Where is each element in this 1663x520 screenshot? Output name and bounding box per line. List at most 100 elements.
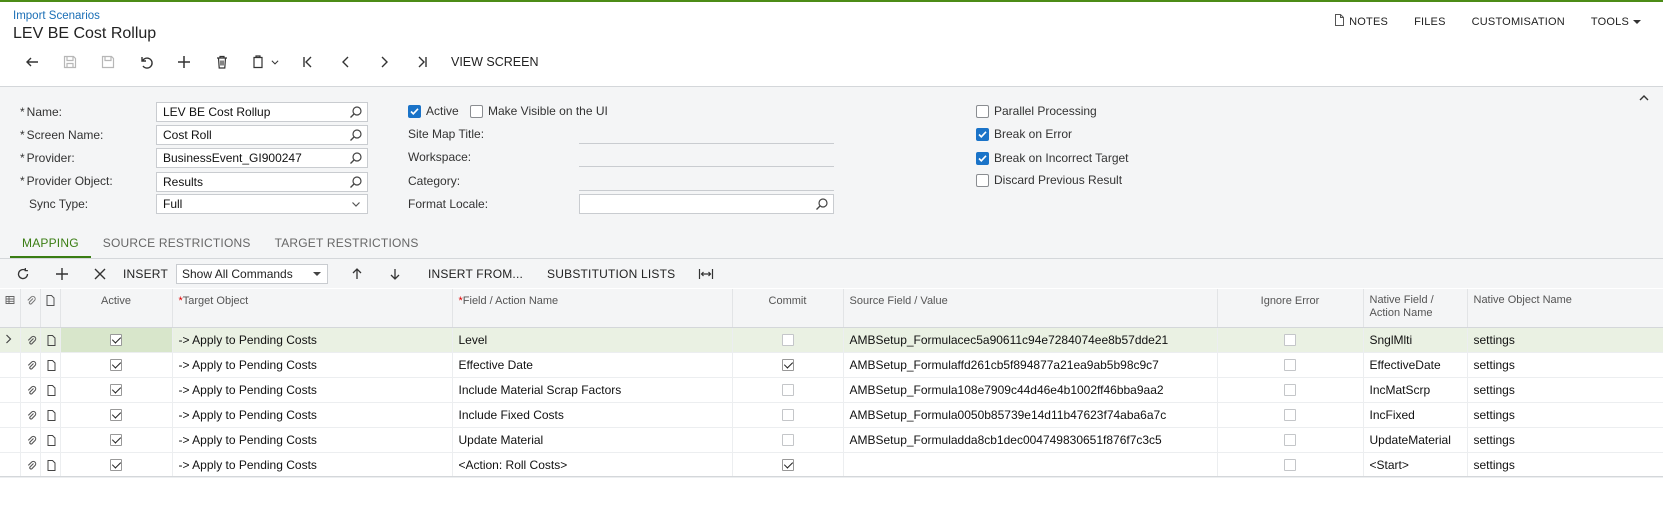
- notes-menu[interactable]: NOTES: [1334, 14, 1388, 29]
- target-object-cell[interactable]: -> Apply to Pending Costs: [172, 452, 453, 478]
- table-row[interactable]: -> Apply to Pending Costs Update Material…: [0, 427, 1663, 453]
- source-field-cell[interactable]: AMBSetup_Formula108e7909c44d46e4b1002ff4…: [843, 377, 1218, 403]
- table-row[interactable]: -> Apply to Pending Costs Include Materia…: [0, 377, 1663, 403]
- tab-target-restrictions[interactable]: TARGET RESTRICTIONS: [263, 233, 431, 258]
- target-object-cell[interactable]: -> Apply to Pending Costs: [172, 377, 453, 403]
- row-attachment-cell[interactable]: [20, 427, 41, 453]
- native-object-cell[interactable]: settings: [1467, 327, 1663, 353]
- name-field[interactable]: LEV BE Cost Rollup: [156, 102, 368, 122]
- screen-name-field[interactable]: Cost Roll: [156, 125, 368, 145]
- table-row[interactable]: -> Apply to Pending Costs <Action: Roll C…: [0, 452, 1663, 478]
- active-checkbox[interactable]: [110, 459, 122, 472]
- native-object-cell[interactable]: settings: [1467, 452, 1663, 478]
- row-selector[interactable]: [0, 377, 21, 403]
- row-attachment-cell[interactable]: [20, 327, 41, 353]
- save-button[interactable]: [89, 52, 127, 72]
- move-up-button[interactable]: [338, 264, 376, 284]
- sync-type-select[interactable]: Full: [156, 194, 368, 214]
- source-field-cell[interactable]: [843, 452, 1218, 478]
- ignore-error-cell[interactable]: [1217, 352, 1364, 378]
- ignore-error-cell[interactable]: [1217, 377, 1364, 403]
- insert-button[interactable]: INSERT: [123, 267, 168, 281]
- category-field[interactable]: [579, 190, 834, 191]
- row-note-cell[interactable]: [40, 452, 61, 478]
- ignore-error-checkbox[interactable]: [1284, 334, 1296, 347]
- tab-mapping[interactable]: MAPPING: [10, 233, 91, 258]
- ignore-error-checkbox[interactable]: [1284, 434, 1296, 447]
- search-icon[interactable]: [349, 128, 363, 142]
- ignore-error-cell[interactable]: [1217, 402, 1364, 428]
- tab-source-restrictions[interactable]: SOURCE RESTRICTIONS: [91, 233, 263, 258]
- native-field-cell[interactable]: <Start>: [1363, 452, 1468, 478]
- row-selector[interactable]: [0, 352, 21, 378]
- native-field-cell[interactable]: UpdateMaterial: [1363, 427, 1468, 453]
- field-action-cell[interactable]: Effective Date: [452, 352, 733, 378]
- commands-filter-select[interactable]: Show All Commands: [176, 263, 328, 284]
- commit-cell[interactable]: [732, 377, 844, 403]
- provider-field[interactable]: BusinessEvent_GI900247: [156, 148, 368, 168]
- last-record-button[interactable]: [403, 52, 441, 72]
- fit-columns-button[interactable]: [687, 264, 725, 284]
- field-action-column-header[interactable]: *Field / Action Name: [452, 289, 733, 328]
- substitution-lists-button[interactable]: SUBSTITUTION LISTS: [547, 267, 675, 281]
- collapse-icon[interactable]: [1637, 91, 1651, 105]
- row-note-cell[interactable]: [40, 402, 61, 428]
- field-action-cell[interactable]: Include Material Scrap Factors: [452, 377, 733, 403]
- commit-checkbox[interactable]: [781, 434, 794, 447]
- table-row[interactable]: -> Apply to Pending Costs Effective Date A…: [0, 352, 1663, 378]
- commit-cell[interactable]: [732, 427, 844, 453]
- field-action-cell[interactable]: <Action: Roll Costs>: [452, 452, 733, 478]
- active-cell[interactable]: [60, 377, 173, 403]
- insert-from-button[interactable]: INSERT FROM...: [428, 267, 523, 281]
- tools-menu[interactable]: TOOLS: [1591, 14, 1641, 29]
- parallel-processing-checkbox[interactable]: Parallel Processing: [976, 104, 1097, 118]
- delete-row-button[interactable]: [81, 264, 119, 284]
- commit-checkbox[interactable]: [781, 384, 794, 397]
- active-checkbox[interactable]: Active: [408, 104, 459, 118]
- make-visible-checkbox[interactable]: Make Visible on the UI: [470, 104, 608, 118]
- active-checkbox[interactable]: [110, 359, 122, 372]
- table-row[interactable]: -> Apply to Pending Costs Level AMBSetup_F…: [0, 327, 1663, 353]
- target-object-cell[interactable]: -> Apply to Pending Costs: [172, 427, 453, 453]
- ignore-error-checkbox[interactable]: [1284, 384, 1296, 397]
- field-action-cell[interactable]: Level: [452, 327, 733, 353]
- table-row[interactable]: -> Apply to Pending Costs Include Fixed C…: [0, 402, 1663, 428]
- first-record-button[interactable]: [289, 52, 327, 72]
- add-row-button[interactable]: [43, 264, 81, 284]
- move-down-button[interactable]: [376, 264, 414, 284]
- commit-cell[interactable]: [732, 452, 844, 478]
- target-object-column-header[interactable]: *Target Object: [172, 289, 453, 328]
- target-object-cell[interactable]: -> Apply to Pending Costs: [172, 327, 453, 353]
- ignore-error-cell[interactable]: [1217, 452, 1364, 478]
- breadcrumb[interactable]: Import Scenarios: [13, 10, 100, 22]
- add-button[interactable]: [165, 52, 203, 72]
- native-field-cell[interactable]: SnglMlti: [1363, 327, 1468, 353]
- ignore-error-cell[interactable]: [1217, 327, 1364, 353]
- copy-paste-button[interactable]: [241, 52, 289, 72]
- commit-checkbox[interactable]: [781, 409, 794, 422]
- active-cell[interactable]: [60, 352, 173, 378]
- source-field-column-header[interactable]: Source Field / Value: [843, 289, 1218, 328]
- customisation-menu[interactable]: CUSTOMISATION: [1472, 14, 1565, 29]
- view-screen-button[interactable]: VIEW SCREEN: [451, 55, 539, 69]
- commit-checkbox[interactable]: [781, 359, 794, 372]
- row-note-cell[interactable]: [40, 327, 61, 353]
- discard-previous-result-checkbox[interactable]: Discard Previous Result: [976, 173, 1122, 187]
- source-field-cell[interactable]: AMBSetup_Formula0050b85739e14d11b47623f7…: [843, 402, 1218, 428]
- native-field-column-header[interactable]: Native Field / Action Name: [1363, 289, 1468, 328]
- active-checkbox[interactable]: [110, 434, 122, 447]
- workspace-field[interactable]: [579, 166, 834, 167]
- search-icon[interactable]: [349, 151, 363, 165]
- row-selector[interactable]: [0, 402, 21, 428]
- active-cell[interactable]: [60, 452, 173, 478]
- ignore-error-column-header[interactable]: Ignore Error: [1217, 289, 1364, 328]
- ignore-error-cell[interactable]: [1217, 427, 1364, 453]
- active-checkbox[interactable]: [110, 409, 122, 422]
- break-on-incorrect-target-checkbox[interactable]: Break on Incorrect Target: [976, 151, 1129, 165]
- active-checkbox[interactable]: [110, 334, 122, 347]
- row-attachment-cell[interactable]: [20, 377, 41, 403]
- ignore-error-checkbox[interactable]: [1284, 409, 1296, 422]
- ignore-error-checkbox[interactable]: [1284, 459, 1296, 472]
- native-object-cell[interactable]: settings: [1467, 352, 1663, 378]
- commit-checkbox[interactable]: [781, 459, 794, 472]
